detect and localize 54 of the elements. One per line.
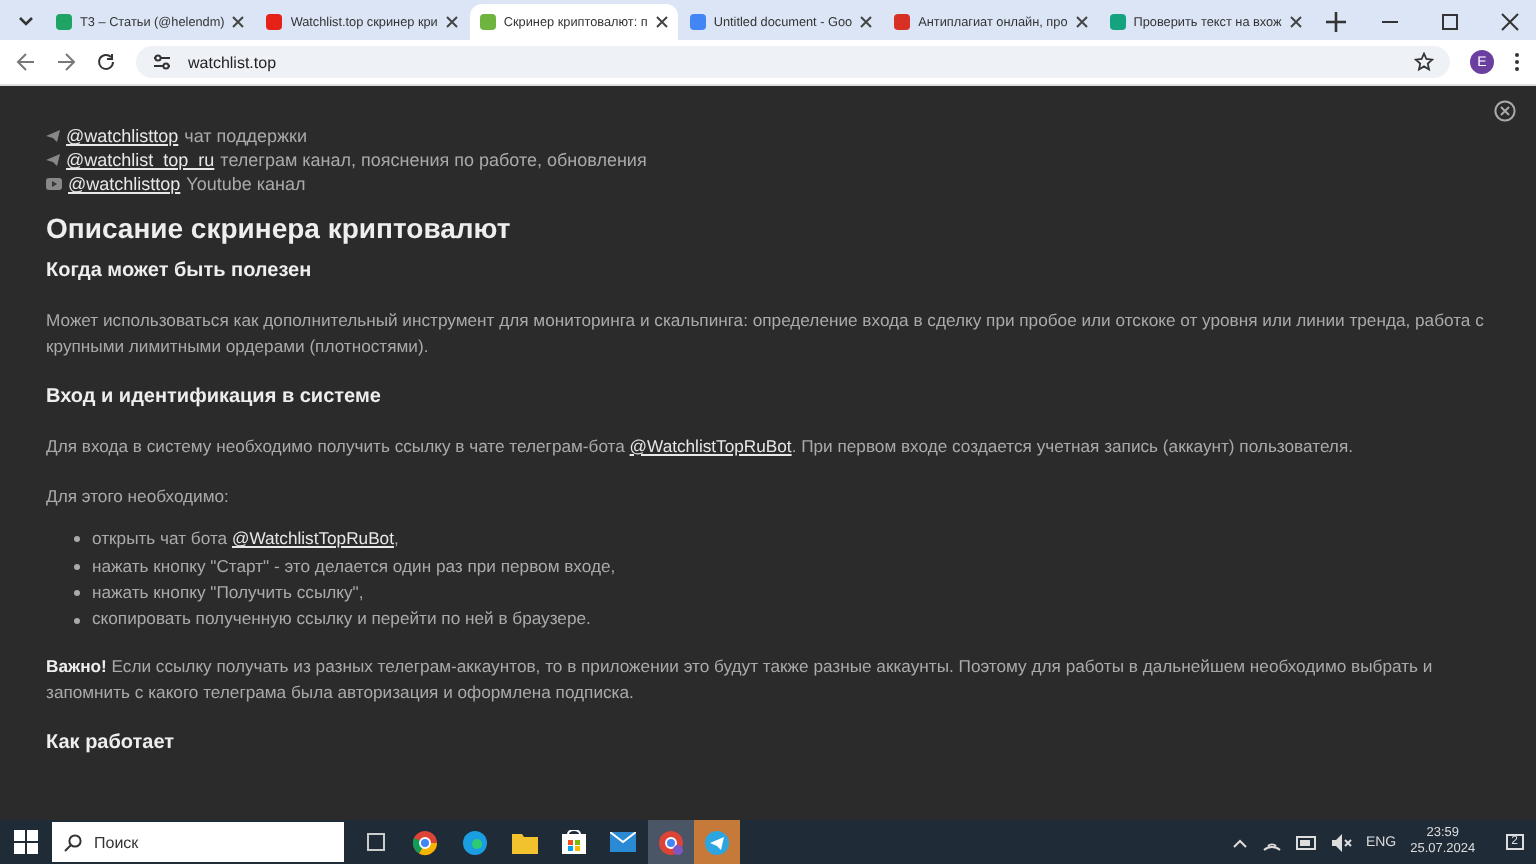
close-icon[interactable] — [1494, 100, 1516, 122]
search-field[interactable]: Поиск — [52, 822, 344, 862]
paragraph: Для входа в систему необходимо получить ссылку в чате телеграм-бота @WatchlistTopRuBot. При первом входе создается учетная запись (аккаунт) пользователя. — [46, 433, 1355, 460]
bullet-icon — [74, 563, 80, 570]
search-icon — [64, 833, 82, 851]
store-icon[interactable] — [562, 830, 586, 854]
folder-icon[interactable] — [512, 831, 538, 853]
new-tab-icon[interactable] — [1325, 12, 1346, 32]
link-description: Youtube канал — [186, 174, 306, 194]
browser-icon[interactable] — [412, 829, 438, 855]
paragraph: Может использоваться как дополнительный инструмент для мониторинга и скальпинга: определение входа в сделку при пробое или отскоке от уровня или линии тренда, работа с крупными лимитными ордерами (плотностями). — [46, 308, 1486, 361]
section-heading: Когда может быть полезен — [46, 260, 314, 282]
page-title: Описание скринера криптовалют — [46, 212, 513, 244]
link-description: чат поддержки — [184, 126, 307, 146]
windows-icon[interactable] — [14, 830, 38, 854]
channel-link[interactable]: @watchlisttop — [66, 126, 179, 146]
paper-plane-icon[interactable] — [694, 820, 740, 864]
menu-icon[interactable] — [1514, 52, 1520, 72]
list-item: скопировать полученную ссылку и перейти по ней в браузере. — [92, 606, 591, 633]
close-icon[interactable] — [1289, 16, 1302, 28]
bot-link[interactable]: @WatchlistTopRuBot — [629, 435, 792, 456]
channel-link[interactable]: @watchlisttop — [68, 174, 181, 194]
bullet-icon — [74, 590, 80, 597]
channel-link[interactable]: @watchlist_top_ru — [66, 150, 215, 170]
address-field[interactable]: watchlist.top — [136, 46, 1450, 78]
speaker-icon[interactable] — [1331, 833, 1352, 851]
bullet-icon — [74, 617, 80, 624]
mail-icon[interactable] — [610, 832, 636, 852]
star-icon[interactable] — [1414, 52, 1434, 72]
close-icon[interactable] — [445, 16, 458, 28]
section-heading: Как работает — [46, 731, 177, 753]
close-icon[interactable] — [232, 16, 245, 28]
list-item: открыть чат бота @WatchlistTopRuBot, — [92, 526, 399, 553]
close-icon[interactable] — [1075, 16, 1088, 28]
paragraph: Важно! Если ссылку получать из разных телеграм-аккаунтов, то в приложении это будут также разные аккаунты. Поэтому для работы в дальнейшем необходимо выбрать и запомнить с какого телеграма была авторизация и оформлена подписка. — [46, 653, 1435, 707]
close-icon[interactable] — [1500, 12, 1520, 32]
chevron-up-icon[interactable] — [1231, 837, 1248, 847]
back-icon[interactable] — [16, 52, 36, 72]
site-settings-icon[interactable] — [152, 54, 172, 70]
play-icon — [46, 178, 62, 190]
paragraph: Для этого необходимо: — [46, 483, 231, 510]
section-heading: Вход и идентификация в системе — [46, 385, 383, 408]
close-icon[interactable] — [655, 16, 668, 28]
restore-icon[interactable] — [1440, 12, 1460, 32]
bot-link[interactable]: @WatchlistTopRuBot — [231, 528, 394, 549]
task-view-icon[interactable] — [364, 830, 388, 854]
list-item: нажать кнопку "Старт" - это делается один раз при первом входе, — [92, 553, 616, 580]
forward-icon[interactable] — [56, 52, 76, 72]
link-description: телеграм канал, пояснения по работе, обновления — [220, 150, 647, 170]
list-item: нажать кнопку "Получить ссылку", — [92, 580, 364, 607]
battery-icon[interactable] — [1295, 835, 1318, 849]
bullet-icon — [74, 536, 80, 543]
close-icon[interactable] — [860, 16, 873, 28]
reload-icon[interactable] — [96, 52, 116, 72]
